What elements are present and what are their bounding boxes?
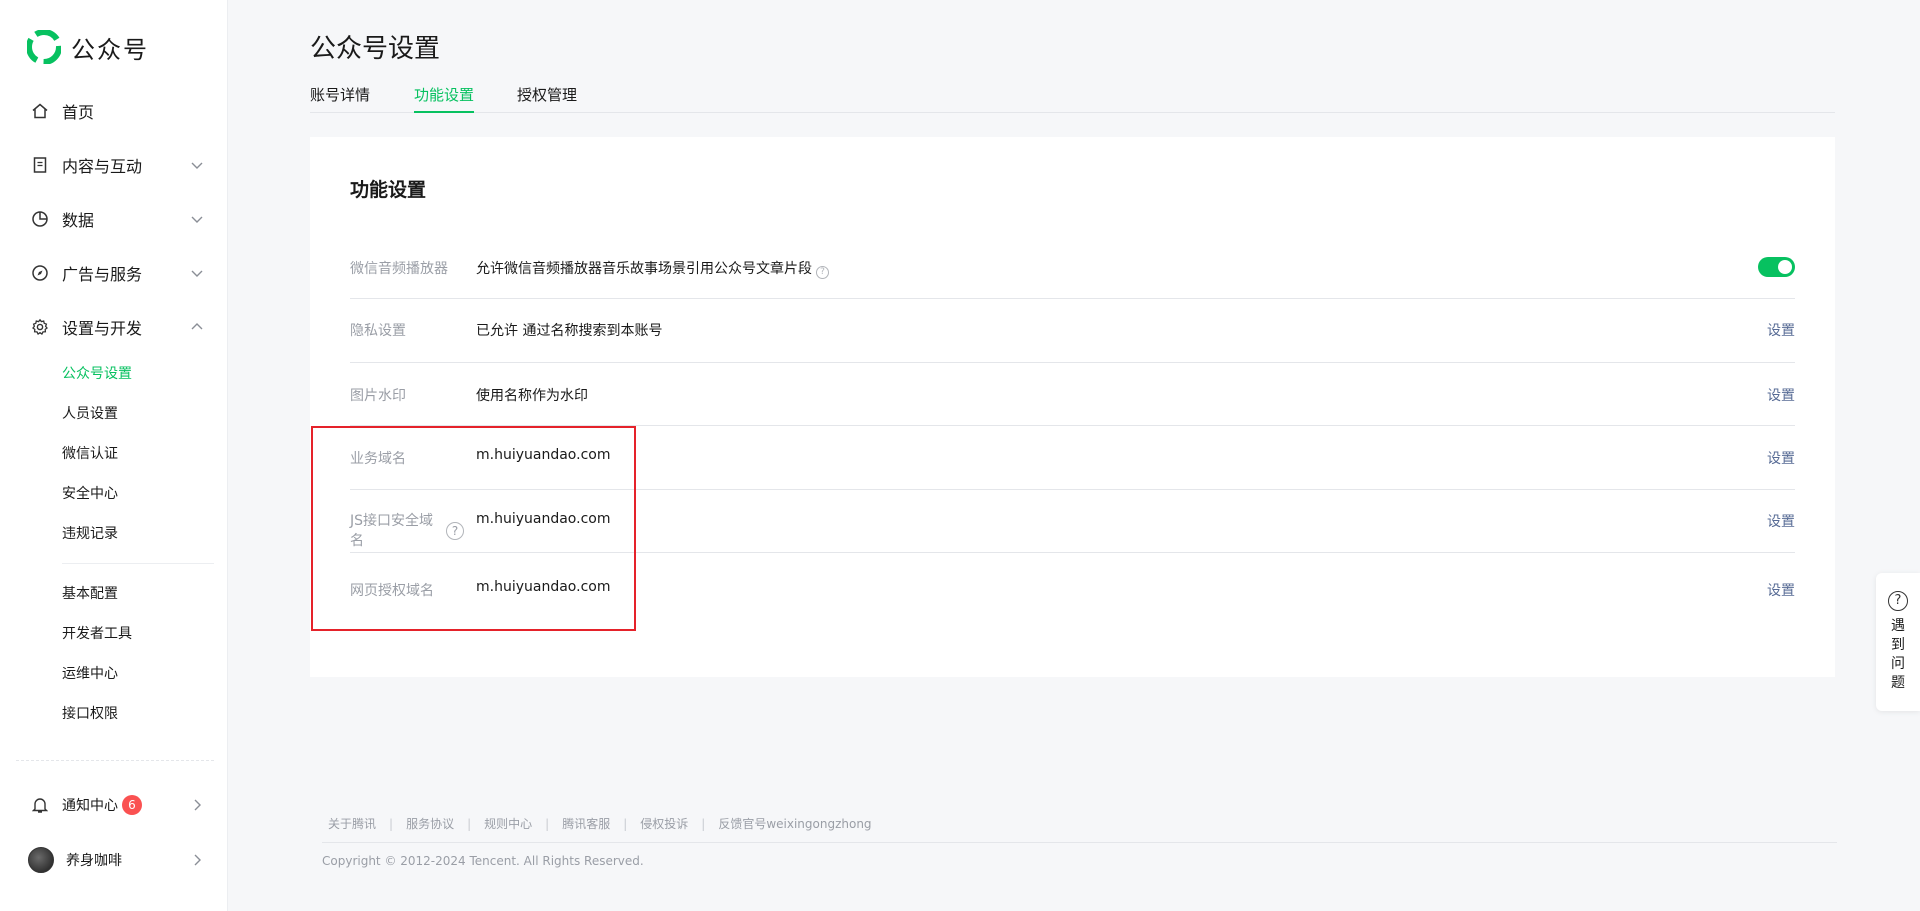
footer-separator: |	[467, 816, 472, 831]
sidebar-item-label: 广告与服务	[62, 265, 143, 284]
copyright: Copyright © 2012-2024 Tencent. All Right…	[322, 854, 644, 868]
tab-authorization-management[interactable]: 授权管理	[517, 84, 577, 113]
sidebar: 公众号 首页 内容与互动 数据 广告与服务 设置与开发 公众号设置 人员设置 微…	[0, 0, 228, 911]
bell-icon	[30, 795, 50, 815]
user-account[interactable]: 养身咖啡	[28, 845, 205, 875]
setting-value: 使用名称作为水印	[476, 388, 588, 404]
setting-value: m.huiyuandao.com	[476, 579, 611, 595]
logo-text: 公众号	[71, 35, 149, 64]
sidebar-sub-wechat-verification[interactable]: 微信认证	[62, 443, 118, 465]
footer-link-support[interactable]: 腾讯客服	[562, 815, 610, 832]
feature-settings-card: 功能设置 微信音频播放器 允许微信音频播放器音乐故事场景引用公众号文章片段? 隐…	[310, 137, 1835, 677]
sidebar-item-ads-services[interactable]: 广告与服务	[30, 258, 205, 288]
sidebar-sub-basic-config[interactable]: 基本配置	[62, 583, 118, 605]
user-name: 养身咖啡	[66, 853, 122, 869]
footer-links: 关于腾讯 | 服务协议 | 规则中心 | 腾讯客服 | 侵权投诉 | 反馈官号w…	[328, 815, 872, 832]
avatar	[28, 847, 54, 873]
pie-chart-icon	[30, 209, 50, 229]
settings-row-business-domain: 业务域名 m.huiyuandao.com 设置	[350, 426, 1795, 490]
wechat-official-logo-icon	[27, 30, 61, 64]
settings-row-js-api-domain: JS接口安全域名 ? m.huiyuandao.com 设置	[350, 490, 1795, 553]
setting-key: JS接口安全域名	[350, 513, 434, 549]
sidebar-item-label: 设置与开发	[62, 319, 143, 338]
business-domain-settings-link[interactable]: 设置	[1767, 448, 1795, 468]
footer-link-terms[interactable]: 服务协议	[406, 815, 454, 832]
notification-count-badge: 6	[122, 795, 142, 815]
footer-link-rules[interactable]: 规则中心	[484, 815, 532, 832]
sidebar-divider	[62, 563, 214, 564]
sidebar-item-label: 内容与互动	[62, 157, 143, 176]
tab-feature-settings[interactable]: 功能设置	[414, 84, 475, 113]
setting-key: 隐私设置	[350, 323, 406, 339]
sidebar-sub-ops-center[interactable]: 运维中心	[62, 663, 118, 685]
setting-key: 网页授权域名	[350, 583, 434, 599]
setting-value: 允许微信音频播放器音乐故事场景引用公众号文章片段?	[476, 258, 829, 279]
privacy-settings-link[interactable]: 设置	[1767, 320, 1795, 340]
chevron-up-icon[interactable]	[189, 319, 205, 335]
sidebar-item-data[interactable]: 数据	[30, 204, 205, 234]
audio-player-toggle[interactable]	[1758, 257, 1795, 277]
chevron-right-icon	[194, 799, 201, 811]
sidebar-sub-account-settings[interactable]: 公众号设置	[62, 363, 132, 385]
sidebar-sub-staff-settings[interactable]: 人员设置	[62, 403, 118, 425]
footer-separator: |	[545, 816, 550, 831]
setting-key: 业务域名	[350, 451, 406, 467]
home-icon	[30, 101, 50, 121]
setting-key: 微信音频播放器	[350, 261, 448, 277]
sidebar-sub-api-permissions[interactable]: 接口权限	[62, 703, 118, 725]
logo[interactable]: 公众号	[27, 30, 149, 64]
chevron-right-icon	[194, 854, 201, 866]
help-icon[interactable]: ?	[816, 266, 829, 279]
footer-separator: |	[389, 816, 394, 831]
sidebar-item-settings-dev[interactable]: 设置与开发	[30, 312, 205, 342]
settings-row-privacy: 隐私设置 已允许 通过名称搜索到本账号 设置	[350, 299, 1795, 363]
help-float-label: 遇到问题	[1891, 618, 1905, 691]
settings-row-web-auth-domain: 网页授权域名 m.huiyuandao.com 设置	[350, 553, 1795, 623]
tab-bar: 账号详情 功能设置 授权管理	[310, 84, 1835, 113]
gear-icon	[30, 317, 50, 337]
sidebar-item-label: 首页	[62, 103, 95, 122]
setting-key: 图片水印	[350, 388, 406, 404]
sidebar-item-label: 数据	[62, 211, 95, 230]
settings-row-audio-player: 微信音频播放器 允许微信音频播放器音乐故事场景引用公众号文章片段?	[350, 237, 1795, 299]
card-title: 功能设置	[350, 179, 427, 201]
sidebar-bottom-divider	[16, 760, 214, 761]
page-title: 公众号设置	[310, 34, 441, 64]
notification-center[interactable]: 通知中心 6	[30, 790, 205, 820]
tab-account-details[interactable]: 账号详情	[310, 84, 370, 113]
sidebar-item-content[interactable]: 内容与互动	[30, 150, 205, 180]
watermark-settings-link[interactable]: 设置	[1767, 385, 1795, 405]
footer-separator: |	[701, 816, 706, 831]
question-icon: ?	[1888, 591, 1908, 611]
sidebar-sub-developer-tools[interactable]: 开发者工具	[62, 623, 132, 645]
chevron-down-icon[interactable]	[189, 157, 205, 173]
sidebar-sub-violation-records[interactable]: 违规记录	[62, 523, 118, 545]
web-auth-domain-settings-link[interactable]: 设置	[1767, 580, 1795, 600]
footer-divider	[322, 842, 1837, 843]
footer-link-infringement[interactable]: 侵权投诉	[640, 815, 688, 832]
help-icon[interactable]: ?	[446, 522, 464, 540]
footer-link-feedback[interactable]: 反馈官号weixingongzhong	[718, 815, 871, 832]
sidebar-sub-security-center[interactable]: 安全中心	[62, 483, 118, 505]
footer-link-about[interactable]: 关于腾讯	[328, 815, 376, 832]
compass-icon	[30, 263, 50, 283]
chevron-down-icon[interactable]	[189, 265, 205, 281]
sidebar-item-home[interactable]: 首页	[30, 96, 205, 126]
setting-value: m.huiyuandao.com	[476, 447, 611, 463]
footer-separator: |	[623, 816, 628, 831]
help-float-button[interactable]: ? 遇到问题	[1876, 573, 1920, 711]
chevron-down-icon[interactable]	[189, 211, 205, 227]
document-icon	[30, 155, 50, 175]
setting-value: m.huiyuandao.com	[476, 511, 611, 527]
settings-row-image-watermark: 图片水印 使用名称作为水印 设置	[350, 363, 1795, 426]
setting-value: 已允许 通过名称搜索到本账号	[476, 323, 663, 339]
js-domain-settings-link[interactable]: 设置	[1767, 511, 1795, 531]
notification-label: 通知中心	[62, 798, 118, 814]
